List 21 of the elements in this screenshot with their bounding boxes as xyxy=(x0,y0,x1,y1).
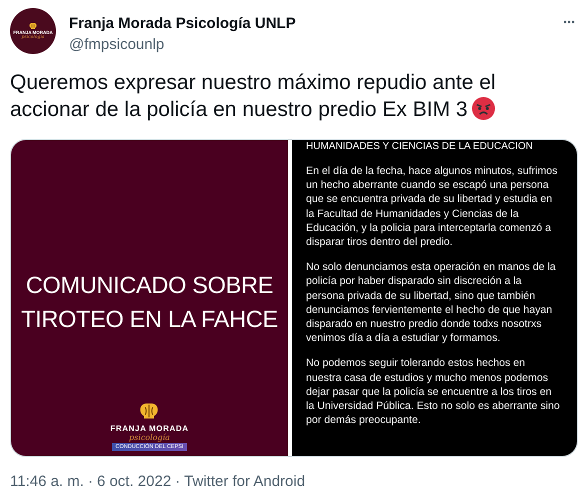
tweet-source[interactable]: Twitter for Android xyxy=(184,473,306,490)
tweet-text: Queremos expresar nuestro máximo repudio ante el accionar de la policía en nuestro predio Ex BIM 3 xyxy=(10,70,497,123)
brain-icon xyxy=(29,22,37,30)
tweet-date[interactable]: 6 oct. 2022 xyxy=(96,473,172,490)
angry-face-icon xyxy=(472,97,495,120)
image-title: TIROTEO EN LA FAHCE xyxy=(21,305,278,334)
separator-dot: · xyxy=(175,473,180,490)
statement-heading: HUMANIDADES Y CIENCIAS DE LA EDUCACION xyxy=(306,141,534,153)
statement-image[interactable] xyxy=(292,140,577,456)
image-title: COMUNICADO SOBRE xyxy=(26,271,274,300)
tweet-time[interactable]: 11:46 a. m. xyxy=(10,473,84,490)
statement-paragraph: En el día de la fecha, hace algunos minutos, sufrimos un hecho aberrante cuando se escapó una persona que se encuentra privada de su libertad y estudia en la Facultad de Humanidades y Ciencias de la Educación, y la policia para interceptarla comenzó a disparar tiros dentro del predio. xyxy=(306,164,558,250)
more-options[interactable]: ··· xyxy=(563,8,575,31)
logo-script: psicología xyxy=(129,433,170,442)
author-name[interactable]: Franja Morada Psicología UNLP xyxy=(69,14,550,33)
statement-paragraph: No solo denunciamos esta operación en manos de la policía por haber disparado sin discreción a la persona privada de su libertad, sino que también denunciamos fervientemente el hecho de que hayan disparado en nuestro predio donde todxs nosotrxs venimos día a día a estudiar y formamos. xyxy=(306,260,557,346)
brain-icon xyxy=(139,402,160,420)
statement-paragraph: No podemos seguir tolerando estos hechos en nuestra casa de estudios y mucho menos podemos dejar pasar que la policía se encuentre a los tiros en la Universidad Pública. Esto no solo es aberrante sino por demás preocupante. xyxy=(306,356,560,428)
separator-dot: · xyxy=(88,473,93,490)
logo-title: FRANJA MORADA xyxy=(110,424,189,433)
author-handle[interactable]: @fmpsicounlp xyxy=(69,35,550,54)
